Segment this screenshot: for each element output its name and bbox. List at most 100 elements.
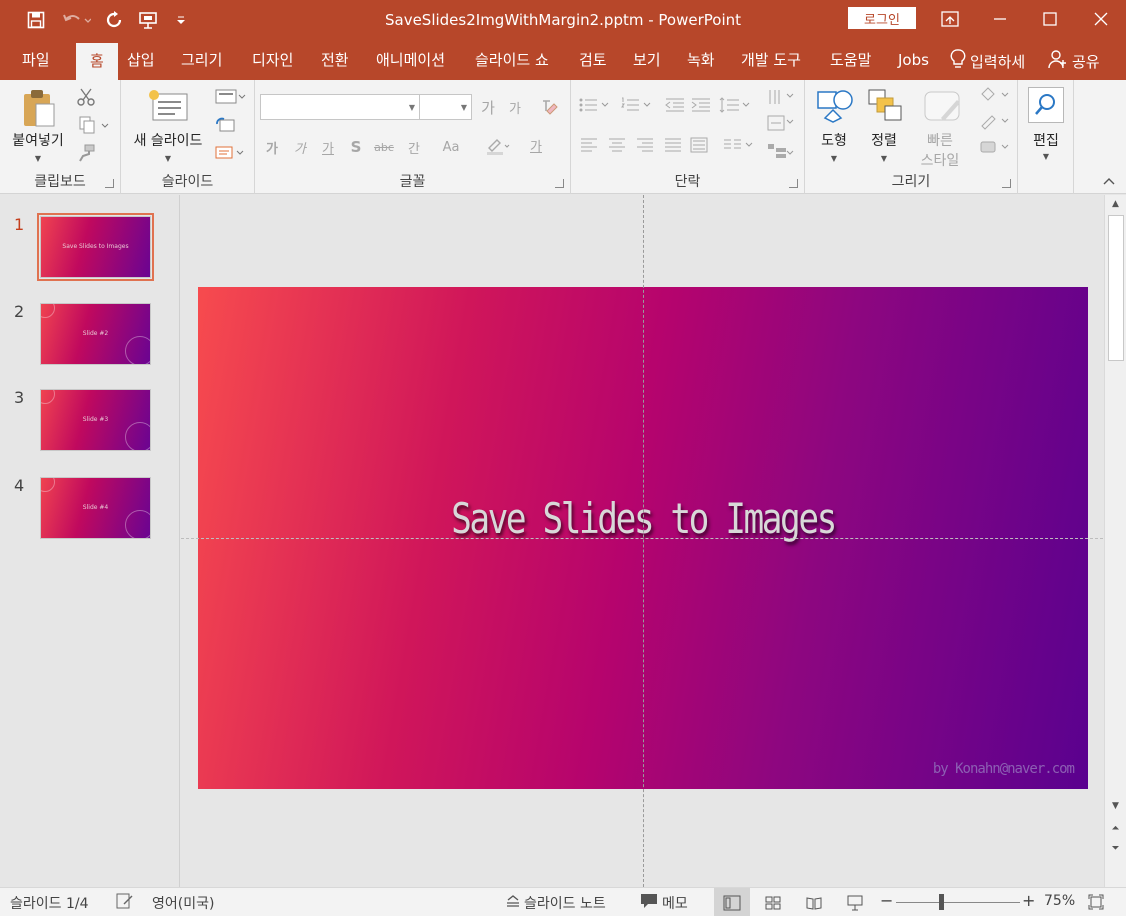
zoom-out-button[interactable]: − — [880, 891, 893, 910]
section-icon[interactable] — [213, 142, 249, 164]
tab-view[interactable]: 보기 — [633, 40, 661, 80]
arrange-button[interactable]: 정렬 ▼ — [861, 84, 907, 168]
align-left-icon[interactable] — [577, 134, 601, 156]
tab-design[interactable]: 디자인 — [252, 40, 293, 80]
shape-effects-icon[interactable] — [977, 136, 1013, 158]
decrease-indent-icon[interactable] — [663, 94, 687, 116]
slide-show-icon[interactable] — [837, 888, 873, 916]
zoom-level[interactable]: 75% — [1044, 893, 1075, 909]
tab-transitions[interactable]: 전환 — [321, 40, 349, 80]
clipboard-dialog-launcher[interactable] — [105, 179, 114, 188]
highlight-icon[interactable] — [483, 134, 513, 158]
font-size-combo[interactable]: ▼ — [419, 94, 472, 120]
zoom-in-button[interactable]: + — [1022, 891, 1035, 910]
previous-slide-icon[interactable]: ⏶ — [1105, 823, 1126, 834]
editing-dropdown-icon[interactable]: ▼ — [1024, 152, 1068, 161]
clear-formatting-icon[interactable] — [537, 96, 561, 118]
copy-icon[interactable] — [74, 114, 114, 136]
comments-button[interactable]: 메모 — [640, 893, 688, 913]
slide-thumbnail-1[interactable]: Save Slides to Images — [37, 213, 154, 281]
scroll-up-icon[interactable]: ▲ — [1105, 199, 1126, 209]
tell-me-search[interactable]: 입력하세 — [950, 49, 1025, 72]
shape-fill-icon[interactable] — [977, 84, 1013, 106]
font-color-button[interactable]: 가 — [525, 134, 547, 156]
normal-view-icon[interactable] — [714, 888, 750, 916]
spell-check-icon[interactable] — [116, 893, 134, 909]
align-text-icon[interactable] — [765, 112, 797, 134]
shadow-button[interactable]: S — [345, 136, 367, 158]
tab-animations[interactable]: 애니메이션 — [376, 40, 445, 80]
tab-record[interactable]: 녹화 — [687, 40, 715, 80]
slide-sorter-view-icon[interactable] — [755, 888, 791, 916]
reading-view-icon[interactable] — [796, 888, 832, 916]
horizontal-guide[interactable] — [181, 538, 1103, 539]
shapes-button[interactable]: 도형 ▼ — [811, 84, 857, 168]
paste-button[interactable]: 붙여넣기 ▼ — [6, 84, 70, 168]
tab-slide-show[interactable]: 슬라이드 쇼 — [475, 40, 549, 80]
reset-slide-icon[interactable] — [213, 114, 237, 136]
quick-styles-button[interactable]: 빠른 스타일 — [909, 84, 971, 169]
present-from-start-icon[interactable] — [135, 8, 161, 32]
slide-thumbnail-2[interactable]: Slide #2 — [40, 303, 151, 365]
zoom-slider[interactable] — [896, 902, 1020, 903]
character-spacing-button[interactable]: 간 — [401, 136, 427, 158]
tab-jobs[interactable]: Jobs — [898, 40, 929, 80]
cut-icon[interactable] — [74, 86, 98, 108]
bullets-icon[interactable] — [577, 94, 613, 116]
scrollbar-thumb[interactable] — [1108, 215, 1124, 361]
align-right-icon[interactable] — [633, 134, 657, 156]
vertical-guide[interactable] — [643, 195, 644, 887]
minimize-icon[interactable] — [975, 0, 1025, 38]
ribbon-display-options-icon[interactable] — [925, 0, 975, 38]
tab-draw[interactable]: 그리기 — [181, 40, 222, 80]
slide-thumbnail-3[interactable]: Slide #3 — [40, 389, 151, 451]
tab-help[interactable]: 도움말 — [830, 40, 871, 80]
font-name-combo[interactable]: ▼ — [260, 94, 420, 120]
shape-outline-icon[interactable] — [977, 110, 1013, 132]
vertical-scrollbar[interactable]: ▲ ▼ ⏶ ⏷ — [1104, 195, 1126, 887]
italic-button[interactable]: 가 — [289, 136, 311, 158]
grow-font-button[interactable]: 가 — [477, 97, 499, 117]
line-spacing-icon[interactable] — [717, 94, 753, 116]
slide-credit[interactable]: by Konahn@naver.com — [933, 761, 1075, 777]
next-slide-icon[interactable]: ⏷ — [1105, 843, 1126, 854]
align-center-icon[interactable] — [605, 134, 629, 156]
font-dialog-launcher[interactable] — [555, 179, 564, 188]
undo-icon[interactable] — [58, 8, 94, 32]
bold-button[interactable]: 가 — [261, 136, 283, 158]
collapse-ribbon-icon[interactable] — [1100, 174, 1118, 188]
strikethrough-button[interactable]: abc — [371, 136, 397, 158]
shapes-dropdown-icon[interactable]: ▼ — [811, 154, 857, 163]
format-painter-icon[interactable] — [74, 142, 98, 164]
redo-icon[interactable] — [102, 8, 126, 32]
login-button[interactable]: 로그인 — [848, 7, 916, 29]
paragraph-dialog-launcher[interactable] — [789, 179, 798, 188]
numbering-icon[interactable] — [619, 94, 655, 116]
close-icon[interactable] — [1076, 0, 1126, 38]
drawing-dialog-launcher[interactable] — [1002, 179, 1011, 188]
notes-button[interactable]: 슬라이드 노트 — [506, 893, 606, 913]
share-button[interactable]: 공유 — [1048, 50, 1100, 72]
slide-thumbnail-4[interactable]: Slide #4 — [40, 477, 151, 539]
zoom-slider-thumb[interactable] — [938, 894, 944, 910]
fit-to-window-icon[interactable] — [1088, 894, 1104, 910]
editing-button[interactable]: 편집 ▼ — [1024, 84, 1068, 168]
language-indicator[interactable]: 영어(미국) — [152, 893, 214, 913]
distributed-icon[interactable] — [687, 134, 711, 156]
tab-home[interactable]: 홈 — [76, 43, 118, 80]
shrink-font-button[interactable]: 가 — [504, 97, 526, 117]
new-slide-button[interactable]: 새 슬라이드 ▼ — [125, 84, 211, 168]
tab-insert[interactable]: 삽입 — [127, 40, 155, 80]
convert-to-smartart-icon[interactable] — [765, 140, 797, 162]
maximize-icon[interactable] — [1025, 0, 1075, 38]
arrange-dropdown-icon[interactable]: ▼ — [861, 154, 907, 163]
underline-button[interactable]: 가 — [317, 136, 339, 158]
scroll-down-icon[interactable]: ▼ — [1105, 801, 1126, 811]
tab-review[interactable]: 검토 — [579, 40, 607, 80]
tab-file[interactable]: 파일 — [22, 40, 50, 80]
increase-indent-icon[interactable] — [689, 94, 713, 116]
text-direction-icon[interactable] — [765, 86, 797, 108]
save-icon[interactable] — [24, 8, 48, 32]
customize-icon[interactable] — [172, 8, 190, 32]
tab-developer[interactable]: 개발 도구 — [741, 40, 801, 80]
